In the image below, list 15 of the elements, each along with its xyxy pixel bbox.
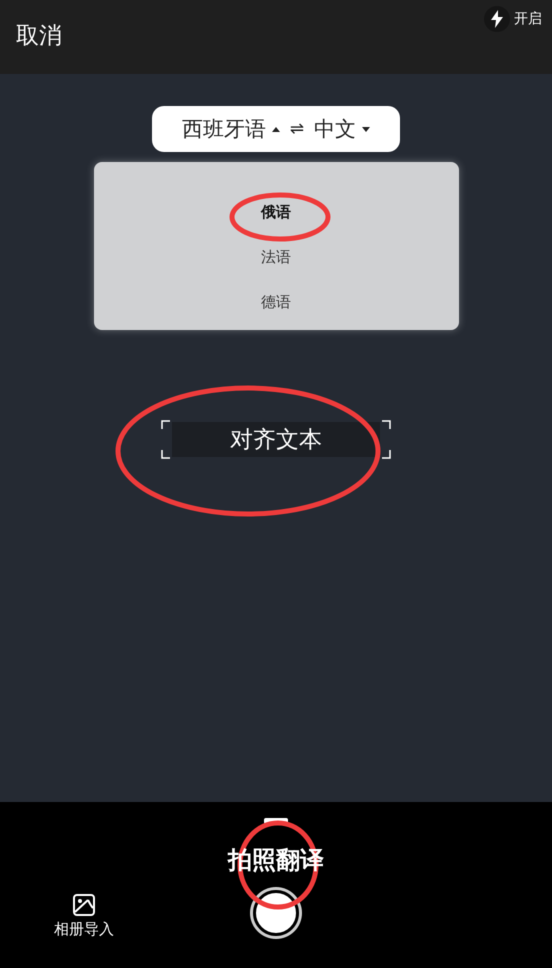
language-option[interactable]: 法语	[261, 235, 291, 280]
flash-button[interactable]: 开启	[484, 6, 542, 32]
source-language-button[interactable]: 西班牙语	[182, 115, 280, 143]
align-text-hint: 对齐文本	[172, 422, 380, 457]
swap-button[interactable]: ⇌	[290, 119, 304, 139]
album-import-button[interactable]: 相册导入	[54, 894, 114, 939]
caret-icon	[272, 126, 280, 132]
cancel-button[interactable]: 取消	[16, 20, 62, 50]
language-option[interactable]: 德语	[261, 280, 291, 325]
target-language-button[interactable]: 中文	[314, 115, 370, 143]
image-icon	[73, 894, 95, 916]
caret-icon	[362, 126, 370, 132]
frame-corners-icon	[161, 420, 391, 459]
lightning-icon	[491, 10, 503, 28]
language-option[interactable]: 俄语	[261, 190, 291, 235]
